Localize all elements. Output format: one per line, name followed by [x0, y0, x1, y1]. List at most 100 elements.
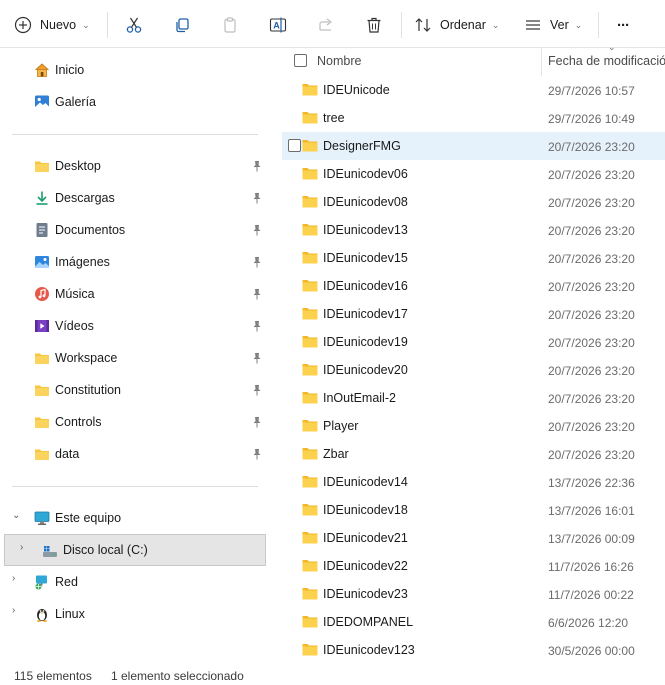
pin-icon[interactable]	[251, 288, 263, 300]
folder-icon	[302, 308, 318, 320]
column-divider[interactable]	[541, 48, 542, 76]
table-row[interactable]: IDEunicodev21 13/7/2026 00:09	[282, 524, 665, 552]
row-checkbox[interactable]	[288, 139, 301, 152]
chevron-right-icon[interactable]: ›	[12, 605, 15, 616]
chevron-right-icon[interactable]: ›	[20, 542, 23, 553]
column-header-date[interactable]: Fecha de modificación	[548, 54, 665, 68]
file-name: IDEunicodev06	[323, 167, 408, 181]
document-icon	[36, 223, 48, 237]
sidebar-item-downloads[interactable]: Descargas	[0, 182, 270, 214]
sidebar-item-documents[interactable]: Documentos	[0, 214, 270, 246]
table-row[interactable]: IDEunicodev06 20/7/2026 23:20	[282, 160, 665, 188]
file-name: IDEunicodev17	[323, 307, 408, 321]
sidebar-item-label: Controls	[55, 415, 102, 429]
sidebar-item-home[interactable]: Inicio	[0, 54, 270, 86]
new-button[interactable]: Nuevo ⌄	[14, 9, 94, 41]
column-header-name[interactable]: Nombre	[317, 54, 361, 68]
paste-button[interactable]	[216, 9, 244, 41]
chevron-down-icon[interactable]: ⌄	[12, 510, 20, 521]
table-row[interactable]: IDEunicodev14 13/7/2026 22:36	[282, 468, 665, 496]
sort-button[interactable]: Ordenar ⌄	[414, 9, 504, 41]
table-row[interactable]: IDEunicodev13 20/7/2026 23:20	[282, 216, 665, 244]
sidebar-item-constitution[interactable]: Constitution	[0, 374, 270, 406]
sidebar-item-workspace[interactable]: Workspace	[0, 342, 270, 374]
pin-icon[interactable]	[251, 352, 263, 364]
folder-icon	[302, 588, 318, 600]
table-row[interactable]: IDEunicodev16 20/7/2026 23:20	[282, 272, 665, 300]
table-row[interactable]: IDEunicodev19 20/7/2026 23:20	[282, 328, 665, 356]
share-button[interactable]	[312, 9, 340, 41]
item-count: 115 elementos	[14, 669, 92, 683]
table-row[interactable]: IDEunicodev08 20/7/2026 23:20	[282, 188, 665, 216]
copy-button[interactable]	[168, 9, 196, 41]
table-row[interactable]: IDEunicodev22 11/7/2026 16:26	[282, 552, 665, 580]
sidebar-item-label: Linux	[55, 607, 85, 621]
file-date: 13/7/2026 16:01	[548, 504, 635, 518]
table-row[interactable]: IDEunicodev18 13/7/2026 16:01	[282, 496, 665, 524]
file-date: 20/7/2026 23:20	[548, 392, 635, 406]
file-name: Zbar	[323, 447, 349, 461]
chevron-down-icon: ⌄	[574, 19, 583, 30]
sidebar-item-label: Constitution	[55, 383, 122, 397]
pin-icon[interactable]	[251, 160, 263, 172]
table-row[interactable]: Zbar 20/7/2026 23:20	[282, 440, 665, 468]
select-all-checkbox[interactable]	[294, 54, 307, 67]
pin-icon[interactable]	[251, 192, 263, 204]
sidebar-item-linux[interactable]: › Linux	[0, 598, 270, 630]
chevron-right-icon[interactable]: ›	[12, 573, 15, 584]
table-row[interactable]: tree 29/7/2026 10:49	[282, 104, 665, 132]
sidebar-item-pictures[interactable]: Imágenes	[0, 246, 270, 278]
file-date: 6/6/2026 12:20	[548, 616, 629, 630]
file-date: 11/7/2026 16:26	[548, 560, 634, 574]
sidebar-item-label: Desktop	[55, 159, 101, 173]
pin-icon[interactable]	[251, 256, 263, 268]
folder-icon	[302, 532, 318, 544]
sidebar-item-music[interactable]: Música	[0, 278, 270, 310]
file-date: 20/7/2026 23:20	[548, 308, 635, 322]
pin-icon[interactable]	[251, 384, 263, 396]
table-row[interactable]: Player 20/7/2026 23:20	[282, 412, 665, 440]
folder-icon	[302, 644, 318, 656]
pin-icon[interactable]	[251, 448, 263, 460]
delete-button[interactable]	[360, 9, 388, 41]
music-icon	[35, 287, 49, 301]
table-row[interactable]: IDEUnicode 29/7/2026 10:57	[282, 76, 665, 104]
pin-icon[interactable]	[251, 416, 263, 428]
sidebar-item-label: Música	[55, 287, 95, 301]
sidebar-item-network[interactable]: › Red	[0, 566, 270, 598]
sidebar-item-data[interactable]: data	[0, 438, 270, 470]
cut-button[interactable]	[120, 9, 148, 41]
view-button[interactable]: Ver ⌄	[524, 9, 588, 41]
pin-icon[interactable]	[251, 320, 263, 332]
sidebar-item-videos[interactable]: Vídeos	[0, 310, 270, 342]
file-name: IDEunicodev18	[323, 503, 408, 517]
file-date: 13/7/2026 00:09	[548, 532, 635, 546]
rename-icon: A	[269, 17, 287, 33]
home-icon	[35, 63, 49, 77]
folder-icon	[302, 616, 318, 628]
sidebar-item-controls[interactable]: Controls	[0, 406, 270, 438]
folder-icon	[302, 168, 318, 180]
table-row[interactable]: DesignerFMG 20/7/2026 23:20	[282, 132, 665, 160]
file-date: 29/7/2026 10:49	[548, 112, 635, 126]
table-row[interactable]: InOutEmail-2 20/7/2026 23:20	[282, 384, 665, 412]
folder-icon	[302, 112, 318, 124]
trash-icon	[367, 17, 381, 33]
sidebar-item-label: Workspace	[55, 351, 118, 365]
more-options-button[interactable]: ···	[610, 9, 636, 41]
table-row[interactable]: IDEunicodev20 20/7/2026 23:20	[282, 356, 665, 384]
sidebar-item-gallery[interactable]: Galería	[0, 86, 270, 118]
sidebar-item-desktop[interactable]: Desktop	[0, 150, 270, 182]
table-row[interactable]: IDEunicodev15 20/7/2026 23:20	[282, 244, 665, 272]
table-row[interactable]: IDEunicodev17 20/7/2026 23:20	[282, 300, 665, 328]
table-row[interactable]: IDEDOMPANEL 6/6/2026 12:20	[282, 608, 665, 636]
sidebar-item-local-disk[interactable]: › Disco local (C:)	[4, 534, 266, 566]
sidebar-item-this-pc[interactable]: ⌄ Este equipo	[0, 502, 270, 534]
folder-icon	[302, 224, 318, 236]
selection-count: 1 elemento seleccionado	[111, 669, 244, 683]
column-header-row: Nombre ⌄ Fecha de modificación	[282, 42, 665, 76]
file-name: IDEunicodev13	[323, 223, 408, 237]
table-row[interactable]: IDEunicodev23 11/7/2026 00:22	[282, 580, 665, 608]
pin-icon[interactable]	[251, 224, 263, 236]
rename-button[interactable]: A	[264, 9, 292, 41]
